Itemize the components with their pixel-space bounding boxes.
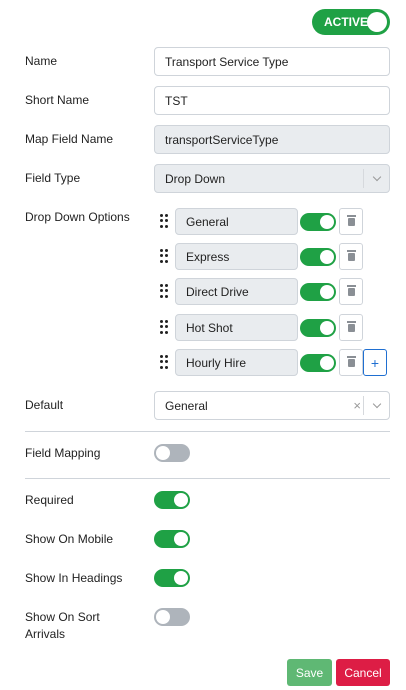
- field-type-select[interactable]: Drop Down: [154, 164, 390, 193]
- chevron-down-icon[interactable]: [363, 396, 389, 415]
- trash-icon: [346, 320, 356, 332]
- default-value: General: [165, 398, 208, 413]
- option-value: Hot Shot: [186, 320, 233, 335]
- name-input[interactable]: Transport Service Type: [154, 47, 390, 76]
- dropdown-options-label: Drop Down Options: [25, 210, 130, 224]
- dropdown-option-row: General: [160, 208, 390, 235]
- chevron-down-icon[interactable]: [363, 169, 389, 188]
- delete-option-button[interactable]: [339, 243, 363, 270]
- option-value: Hourly Hire: [186, 355, 247, 370]
- show-in-headings-label: Show In Headings: [25, 571, 123, 585]
- option-enabled-toggle[interactable]: [300, 354, 336, 372]
- dropdown-option-row: Direct Drive: [160, 278, 390, 305]
- save-button[interactable]: Save: [287, 659, 332, 686]
- field-type-label: Field Type: [25, 171, 81, 185]
- show-on-sort-arrivals-label: Show On Sort Arrivals: [25, 610, 100, 641]
- divider: [25, 478, 390, 479]
- short-name-value: TST: [165, 93, 188, 108]
- divider: [25, 431, 390, 432]
- show-on-mobile-label: Show On Mobile: [25, 532, 114, 546]
- trash-icon: [346, 355, 356, 367]
- add-option-button[interactable]: +: [363, 349, 387, 376]
- field-mapping-toggle[interactable]: [154, 444, 190, 462]
- plus-icon: +: [370, 354, 380, 371]
- short-name-label: Short Name: [25, 93, 90, 107]
- active-status-label: ACTIVE: [324, 15, 369, 29]
- option-input: Hot Shot: [175, 314, 298, 341]
- name-label: Name: [25, 54, 58, 68]
- option-value: General: [186, 214, 229, 229]
- show-in-headings-toggle[interactable]: [154, 569, 190, 587]
- default-label: Default: [25, 398, 64, 412]
- toggle-knob: [367, 12, 387, 32]
- option-enabled-toggle[interactable]: [300, 319, 336, 337]
- dropdown-option-row: Hot Shot: [160, 314, 390, 341]
- map-field-name-label: Map Field Name: [25, 132, 114, 146]
- drag-handle-icon[interactable]: [160, 284, 168, 298]
- cancel-button[interactable]: Cancel: [336, 659, 390, 686]
- required-label: Required: [25, 493, 74, 507]
- delete-option-button[interactable]: [339, 314, 363, 341]
- trash-icon: [346, 214, 356, 226]
- default-select[interactable]: General ×: [154, 391, 390, 420]
- active-status-toggle[interactable]: ACTIVE: [312, 9, 390, 35]
- option-value: Express: [186, 249, 230, 264]
- delete-option-button[interactable]: [339, 208, 363, 235]
- dropdown-option-row: Hourly Hire +: [160, 349, 390, 376]
- option-enabled-toggle[interactable]: [300, 283, 336, 301]
- clear-icon[interactable]: ×: [353, 392, 361, 419]
- dropdown-option-row: Express: [160, 243, 390, 270]
- trash-icon: [346, 284, 356, 296]
- option-enabled-toggle[interactable]: [300, 248, 336, 266]
- option-value: Direct Drive: [186, 284, 249, 299]
- show-on-sort-arrivals-toggle[interactable]: [154, 608, 190, 626]
- trash-icon: [346, 249, 356, 261]
- option-input: Hourly Hire: [175, 349, 298, 376]
- show-on-mobile-toggle[interactable]: [154, 530, 190, 548]
- name-value: Transport Service Type: [165, 54, 289, 69]
- short-name-input[interactable]: TST: [154, 86, 390, 115]
- required-toggle[interactable]: [154, 491, 190, 509]
- option-input: General: [175, 208, 298, 235]
- option-enabled-toggle[interactable]: [300, 213, 336, 231]
- map-field-name-value: transportServiceType: [165, 132, 279, 147]
- option-input: Express: [175, 243, 298, 270]
- option-input: Direct Drive: [175, 278, 298, 305]
- drag-handle-icon[interactable]: [160, 249, 168, 263]
- map-field-name-input: transportServiceType: [154, 125, 390, 154]
- drag-handle-icon[interactable]: [160, 214, 168, 228]
- delete-option-button[interactable]: [339, 278, 363, 305]
- delete-option-button[interactable]: [339, 349, 363, 376]
- field-type-value: Drop Down: [165, 171, 226, 186]
- field-mapping-label: Field Mapping: [25, 446, 101, 460]
- drag-handle-icon[interactable]: [160, 320, 168, 334]
- drag-handle-icon[interactable]: [160, 355, 168, 369]
